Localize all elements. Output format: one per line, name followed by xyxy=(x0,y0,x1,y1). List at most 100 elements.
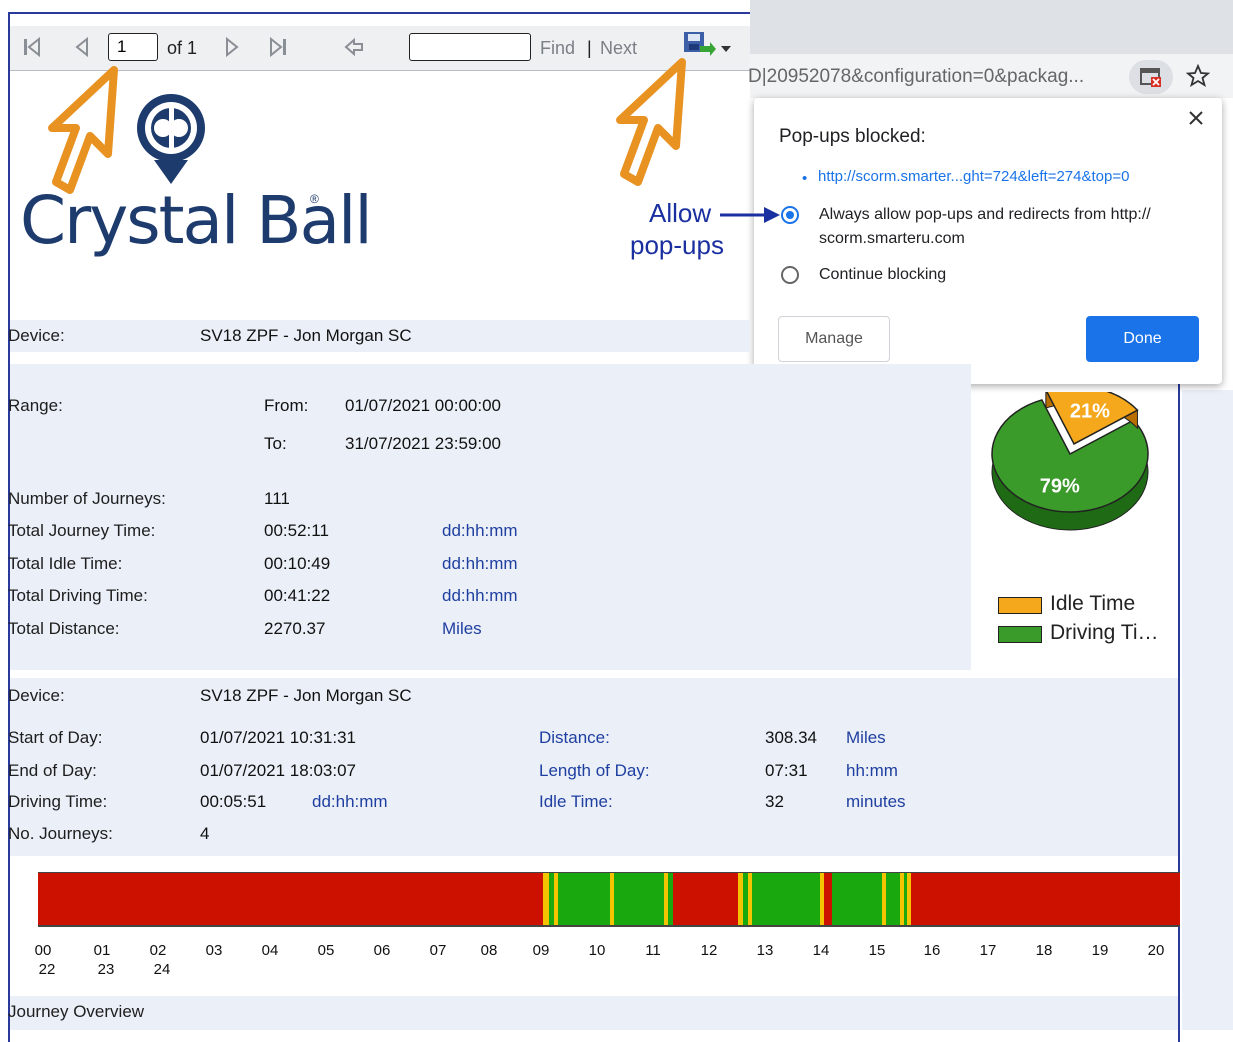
driving-time-value: 00:05:51 xyxy=(200,792,267,811)
legend-swatch-driving xyxy=(998,626,1042,643)
browser-tab-strip xyxy=(750,0,1233,54)
timeline-hour-tick: 02 xyxy=(149,942,167,959)
legend-swatch-idle xyxy=(998,597,1042,614)
summary-row-label: Total Journey Time: xyxy=(8,521,156,540)
radio-always-allow[interactable] xyxy=(781,206,799,224)
pointer-arrow-export-icon xyxy=(594,58,694,193)
summary-row-value: 00:52:11 xyxy=(264,521,329,540)
radio-continue-blocking[interactable] xyxy=(781,266,799,284)
next-page-icon[interactable] xyxy=(220,34,244,60)
timeline-idle-segment xyxy=(554,872,558,926)
timeline-hour-tick: 17 xyxy=(979,942,997,959)
popup-blocked-icon[interactable] xyxy=(1129,60,1173,94)
back-to-parent-icon[interactable] xyxy=(342,34,366,60)
previous-page-icon[interactable] xyxy=(70,34,94,60)
summary-row-unit: dd:hh:mm xyxy=(442,554,518,573)
popup-blocked-dialog: Pop-ups blocked: • http://scorm.smarter.… xyxy=(754,98,1222,384)
timeline-hour-tick: 05 xyxy=(317,942,335,959)
summary-row-value: 00:41:22 xyxy=(264,586,331,605)
timeline-idle-segment xyxy=(664,872,668,926)
journeys-label: No. Journeys: xyxy=(8,824,113,843)
first-page-icon[interactable] xyxy=(20,34,44,60)
legend-label-driving: Driving Ti… xyxy=(1050,621,1159,644)
annotation-popups: pop-ups xyxy=(630,230,724,260)
page-number-input[interactable] xyxy=(108,33,158,61)
to-label: To: xyxy=(264,434,287,453)
timeline-hour-tick: 00 xyxy=(34,942,52,959)
timeline-driving-segment xyxy=(549,872,554,926)
summary-row-label: Total Idle Time: xyxy=(8,554,123,573)
option-always-allow-line1[interactable]: Always allow pop-ups and redirects from … xyxy=(819,206,1151,224)
done-button[interactable]: Done xyxy=(1086,316,1199,362)
popup-title: Pop-ups blocked: xyxy=(779,126,926,147)
range-label: Range: xyxy=(8,396,63,415)
summary-row-label: Total Distance: xyxy=(8,619,120,638)
journey-overview-heading: Journey Overview xyxy=(8,1002,145,1021)
blocked-popup-link[interactable]: http://scorm.smarter...ght=724&left=274&… xyxy=(818,168,1129,185)
blocked-popup-link-bullet: • xyxy=(802,170,808,187)
pie-label-driving: 79% xyxy=(1040,476,1080,498)
timeline-idle-segment xyxy=(907,872,911,926)
find-link[interactable]: Find xyxy=(540,38,575,59)
summary-row-label: Total Driving Time: xyxy=(8,586,148,605)
last-page-icon[interactable] xyxy=(266,34,290,60)
timeline-hour-tick: 06 xyxy=(373,942,391,959)
timeline-hour-tick: 07 xyxy=(429,942,447,959)
summary-row-unit: Miles xyxy=(442,619,482,638)
close-icon[interactable] xyxy=(1186,108,1206,133)
timeline-driving-segment xyxy=(668,872,673,926)
timeline-hour-tick: 11 xyxy=(645,942,661,959)
page-background-strip xyxy=(1182,390,1233,1030)
option-continue-blocking[interactable]: Continue blocking xyxy=(819,266,946,284)
distance-unit: Miles xyxy=(846,728,886,747)
summary-row-label: Number of Journeys: xyxy=(8,489,166,508)
find-input[interactable] xyxy=(409,33,531,61)
timeline-idle-segment xyxy=(748,872,752,926)
timeline-idle-segment xyxy=(882,872,886,926)
timeline-idle-segment xyxy=(900,872,904,926)
timeline-hour-tick: 24 xyxy=(153,961,171,978)
timeline-idle-segment xyxy=(820,872,824,926)
idle-time-label: Idle Time: xyxy=(539,792,613,811)
idle-time-unit: minutes xyxy=(846,792,906,811)
export-save-icon[interactable] xyxy=(682,30,716,60)
device-value: SV18 ZPF - Jon Morgan SC xyxy=(200,326,412,345)
device-label: Device: xyxy=(8,326,65,345)
timeline-idle-segment xyxy=(543,872,549,926)
timeline-hour-tick: 16 xyxy=(923,942,941,959)
driving-time-unit: dd:hh:mm xyxy=(312,792,388,811)
timeline-driving-segment xyxy=(743,872,748,926)
timeline-hour-tick: 04 xyxy=(261,942,279,959)
end-of-day-label: End of Day: xyxy=(8,761,97,780)
timeline-hour-tick: 08 xyxy=(480,942,498,959)
next-link[interactable]: Next xyxy=(600,38,637,59)
summary-row-value: 00:10:49 xyxy=(264,554,331,573)
day-device-label: Device: xyxy=(8,686,65,705)
timeline-driving-segment xyxy=(752,872,820,926)
option-always-allow-line2[interactable]: scorm.smarteru.com xyxy=(819,230,965,248)
driving-time-label: Driving Time: xyxy=(8,792,108,811)
timeline-idle-segment xyxy=(738,872,743,926)
idle-driving-pie-chart: 79% 21% xyxy=(991,392,1149,531)
bookmark-star-icon[interactable] xyxy=(1185,63,1211,93)
timeline-driving-segment xyxy=(886,872,900,926)
day-device-value: SV18 ZPF - Jon Morgan SC xyxy=(200,686,412,705)
timeline-hour-tick: 15 xyxy=(868,942,886,959)
address-url-text[interactable]: D|20952078&configuration=0&packag... xyxy=(748,66,1084,88)
timeline-hour-tick: 18 xyxy=(1035,942,1053,959)
start-of-day-value: 01/07/2021 10:31:31 xyxy=(200,728,356,747)
annotation-allow: Allow xyxy=(649,198,712,228)
day-activity-timeline xyxy=(38,872,1180,927)
timeline-driving-segment xyxy=(558,872,610,926)
timeline-driving-segment xyxy=(904,872,907,926)
timeline-hour-tick: 22 xyxy=(38,961,56,978)
timeline-hour-tick: 03 xyxy=(205,942,223,959)
timeline-hour-tick: 23 xyxy=(97,961,115,978)
export-dropdown-icon[interactable] xyxy=(720,40,732,58)
length-of-day-label: Length of Day: xyxy=(539,761,650,780)
summary-row-value: 2270.37 xyxy=(264,619,326,638)
timeline-hour-tick: 12 xyxy=(700,942,718,959)
manage-button[interactable]: Manage xyxy=(778,316,890,362)
timeline-hour-tick: 20 xyxy=(1147,942,1165,959)
summary-row-unit: dd:hh:mm xyxy=(442,521,518,540)
